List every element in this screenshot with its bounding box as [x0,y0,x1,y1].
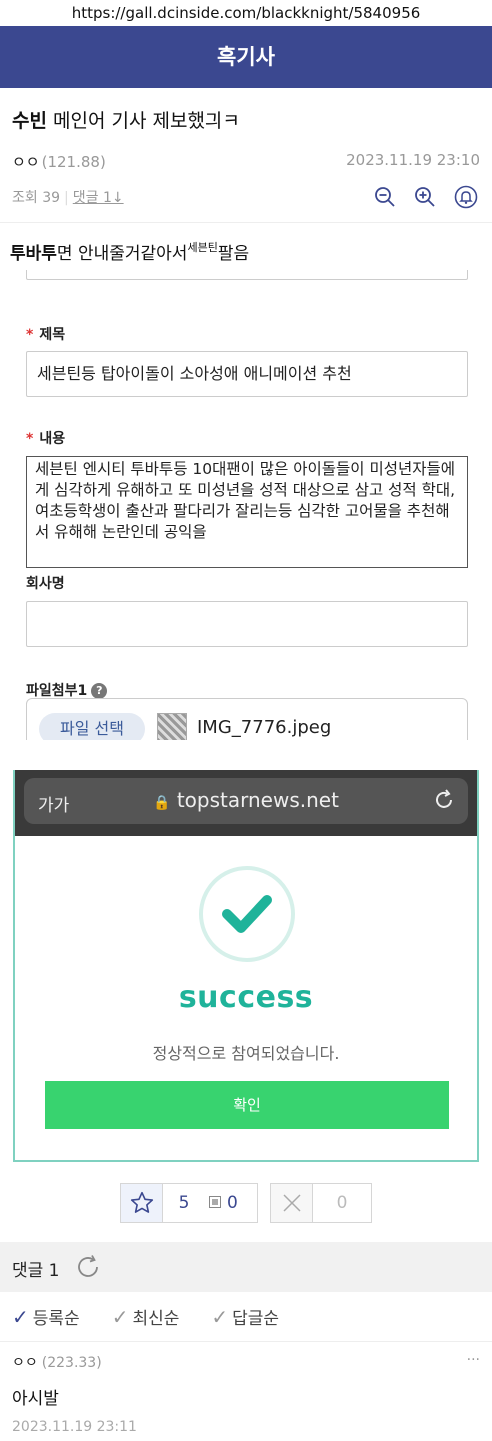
dislike-count: 0 [336,1193,348,1213]
comment-text: 아시발 [12,1389,59,1409]
body-text: 면 안내줄거같아서 [56,244,188,264]
comments-link[interactable]: 댓글 1↓ [73,190,124,206]
attach-label: 파일첨부1? [26,680,108,700]
post-header: 수빈 메인어 기사 제보했긔ㅋ ㅇㅇ (121.88) 2023.11.19 23… [0,88,492,212]
reload-icon[interactable] [432,788,456,816]
mobile-browser-bar: 가가 🔒 topstarnews.net [15,770,477,836]
check-icon: ✓ [211,1304,229,1329]
post-stats: 조회 39 | 댓글 1↓ [12,182,480,212]
company-input[interactable] [26,601,468,647]
content-textarea[interactable]: 세븐틴 엔시티 투바투등 10대팬이 많은 아이돌들이 미성년자들에게 심각하게… [26,456,468,568]
popup-screenshot: 가가 🔒 topstarnews.net success 정상적으로 참여되었습… [13,770,479,1162]
subject-input[interactable]: 세븐틴등 탑아이돌이 소아성애 애니메이션 추천 [26,351,468,397]
fixed-recommend[interactable]: 0 [205,1193,238,1213]
dislike-icon[interactable] [271,1184,313,1222]
post-meta: ㅇㅇ (121.88) 2023.11.19 23:10 [12,151,480,172]
recommend-row: 5 0 0 [0,1183,492,1225]
body-sup: 세븐틴 [187,241,218,254]
gallery-header[interactable]: 흑기사 [0,26,492,88]
success-check-icon [199,866,295,962]
success-title: success [178,980,314,1015]
comment-sort-row: ✓ 등록순 ✓ 최신순 ✓ 답글순 [0,1292,492,1342]
recommend-count: 5 [178,1193,190,1213]
recommend-box[interactable]: 5 0 [120,1183,258,1223]
more-icon[interactable]: ··· [467,1352,480,1372]
success-message: 정상적으로 참여되었습니다. [152,1044,340,1063]
post-author[interactable]: ㅇㅇ [12,153,40,171]
sort-registered[interactable]: ✓ 등록순 [12,1304,80,1330]
previous-field [26,270,468,280]
check-icon: ✓ [111,1304,129,1329]
address-field[interactable]: 가가 🔒 topstarnews.net [24,778,468,824]
subject-label: * 제목 [26,327,66,343]
stats-separator: | [64,190,69,206]
sort-latest[interactable]: ✓ 최신순 [111,1304,180,1330]
comment-author[interactable]: ㅇㅇ [12,1355,38,1371]
help-icon[interactable]: ? [91,683,108,699]
post-title-rest: 메인어 기사 제보했긔ㅋ [46,110,240,132]
post-author-ip: (121.88) [41,153,106,171]
gallery-title[interactable]: 흑기사 [217,45,275,69]
comment-count-label: 댓글 1 [12,1261,60,1281]
url-bar: https://gall.dcinside.com/blackknight/58… [0,0,492,26]
view-count: 조회 39 [12,190,61,206]
body-strong: 투바투 [10,244,57,264]
url-text: https://gall.dcinside.com/blackknight/58… [71,4,421,22]
zoom-in-icon[interactable] [414,186,436,208]
company-label: 회사명 [26,576,65,592]
fixed-recommend-icon [209,1193,221,1213]
confirm-button[interactable]: 확인 [45,1081,449,1129]
comment-header: 댓글 1 [0,1242,492,1292]
post-title: 수빈 메인어 기사 제보했긔ㅋ [12,106,480,133]
star-icon[interactable] [121,1184,163,1222]
file-select-button[interactable]: 파일 선택 [39,713,145,740]
body-end: 팔음 [217,244,250,264]
dislike-box[interactable]: 0 [270,1183,372,1223]
check-icon: ✓ [12,1304,29,1329]
bell-icon[interactable] [454,185,478,209]
post-body-text: 투바투면 안내줄거같아서세븐틴팔음 [0,223,492,264]
comment-date: 2023.11.19 23:11 [12,1419,137,1435]
fixed-recommend-count: 0 [227,1193,238,1213]
comment-item: ㅇㅇ (223.33) ··· 아시발 2023.11.19 23:11 [0,1342,492,1441]
file-name: IMG_7776.jpeg [197,717,332,738]
lock-icon: 🔒 [153,795,171,811]
form-screenshot: * 제목 세븐틴등 탑아이돌이 소아성애 애니메이션 추천 * 내용 세븐틴 엔시티… [0,270,492,740]
popup-domain: topstarnews.net [176,788,339,812]
post-title-strong: 수빈 [12,110,47,132]
comment-ip: (223.33) [41,1355,102,1371]
zoom-out-icon[interactable] [374,186,396,208]
address-text: 🔒 topstarnews.net [24,788,468,812]
file-attach-box: 파일 선택 IMG_7776.jpeg [26,698,468,740]
post-date: 2023.11.19 23:10 [346,151,480,169]
sort-replies[interactable]: ✓ 답글순 [211,1304,279,1330]
refresh-icon[interactable] [74,1253,102,1285]
file-thumbnail [157,713,187,740]
content-label: * 내용 [26,431,66,447]
